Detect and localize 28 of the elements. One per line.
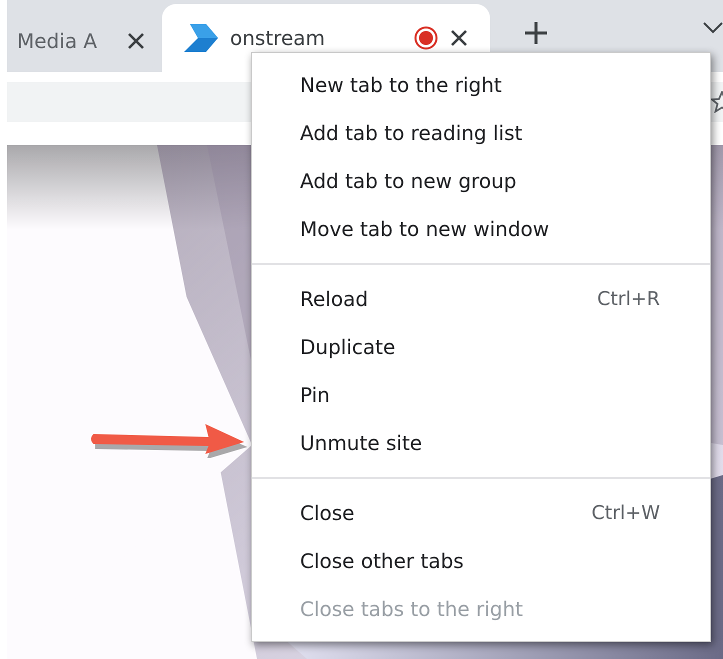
chevron-logo-icon [184, 24, 218, 52]
menu-item-label: Close other tabs [300, 549, 464, 573]
shortcut-text: Ctrl+W [591, 502, 660, 524]
menu-item[interactable]: Move tab to new window [252, 205, 710, 253]
menu-item-label: Reload [300, 287, 368, 311]
menu-item[interactable]: Add tab to reading list [252, 109, 710, 157]
close-icon[interactable] [127, 32, 145, 50]
menu-item-label: Pin [300, 383, 330, 407]
menu-item[interactable]: Pin [252, 371, 710, 419]
menu-item-label: Unmute site [300, 431, 422, 455]
shortcut-text: Ctrl+R [597, 288, 660, 310]
menu-item[interactable]: Duplicate [252, 323, 710, 371]
tab-title: onstream [230, 26, 326, 50]
caret-icon[interactable] [703, 22, 723, 34]
menu-item-label: Close tabs to the right [300, 597, 524, 621]
menu-item-label: Duplicate [300, 335, 396, 359]
new-tab-icon[interactable] [524, 21, 548, 45]
menu-item-label: Close [300, 501, 354, 525]
menu-item[interactable]: Unmute site [252, 419, 710, 467]
close-icon[interactable] [450, 29, 468, 47]
menu-item[interactable]: Close Ctrl+W [252, 489, 710, 537]
tab-title: Media A [17, 29, 98, 53]
menu-item[interactable]: Reload Ctrl+R [252, 275, 710, 323]
menu-item-label: Add tab to reading list [300, 121, 522, 145]
menu-item-label: Add tab to new group [300, 169, 516, 193]
menu-item[interactable]: Close other tabs [252, 537, 710, 585]
menu-item-label: Move tab to new window [300, 217, 550, 241]
menu-item-label: New tab to the right [300, 73, 502, 97]
